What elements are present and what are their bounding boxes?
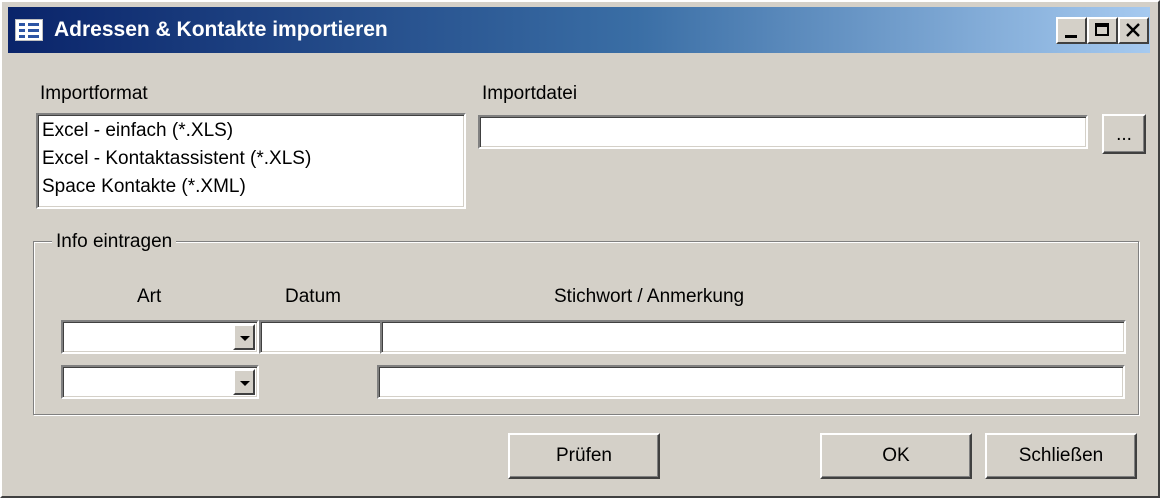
chevron-down-icon (240, 381, 250, 386)
column-header-art: Art (137, 286, 162, 307)
import-format-listbox[interactable]: Excel - einfach (*.XLS) Excel - Kontakta… (36, 113, 466, 209)
info-group-legend: Info eintragen (52, 231, 177, 253)
check-button[interactable]: Prüfen (508, 433, 660, 479)
dropdown-arrow-button[interactable] (233, 369, 255, 395)
ok-button[interactable]: OK (820, 433, 972, 479)
art-combo-row-1[interactable] (61, 320, 259, 354)
column-header-datum: Datum (285, 286, 341, 307)
import-format-label: Importformat (40, 83, 148, 104)
stichwort-input-row-1[interactable] (382, 322, 1124, 352)
title-bar[interactable]: Adressen & Kontakte importieren (8, 7, 1150, 53)
datum-input-row-1[interactable] (261, 322, 381, 352)
close-window-button[interactable] (1118, 17, 1149, 44)
art-combo-row-2[interactable] (61, 365, 259, 399)
stichwort-field-row-1[interactable] (380, 320, 1126, 354)
chevron-down-icon (240, 336, 250, 341)
import-file-field[interactable] (478, 115, 1088, 149)
import-format-option[interactable]: Excel - Kontaktassistent (*.XLS) (42, 145, 460, 173)
stichwort-field-row-2[interactable] (377, 365, 1125, 399)
stichwort-input-row-2[interactable] (379, 367, 1123, 397)
form-window-icon[interactable] (15, 19, 43, 41)
close-icon (1126, 23, 1140, 37)
maximize-button[interactable] (1087, 17, 1118, 44)
import-file-input[interactable] (480, 117, 1086, 147)
maximize-icon (1095, 23, 1109, 36)
minimize-button[interactable] (1056, 17, 1087, 44)
import-file-label: Importdatei (482, 83, 578, 104)
close-button[interactable]: Schließen (985, 433, 1137, 479)
import-format-option[interactable]: Excel - einfach (*.XLS) (42, 117, 460, 145)
column-header-stichwort: Stichwort / Anmerkung (554, 286, 745, 307)
window-title: Adressen & Kontakte importieren (54, 18, 388, 41)
datum-field-row-1[interactable] (259, 320, 383, 354)
import-format-option[interactable]: Space Kontakte (*.XML) (42, 173, 460, 201)
browse-button[interactable]: ... (1102, 114, 1146, 154)
dropdown-arrow-button[interactable] (233, 324, 255, 350)
art-input-row-2[interactable] (63, 367, 233, 397)
art-input-row-1[interactable] (63, 322, 233, 352)
minimize-icon (1065, 35, 1077, 38)
